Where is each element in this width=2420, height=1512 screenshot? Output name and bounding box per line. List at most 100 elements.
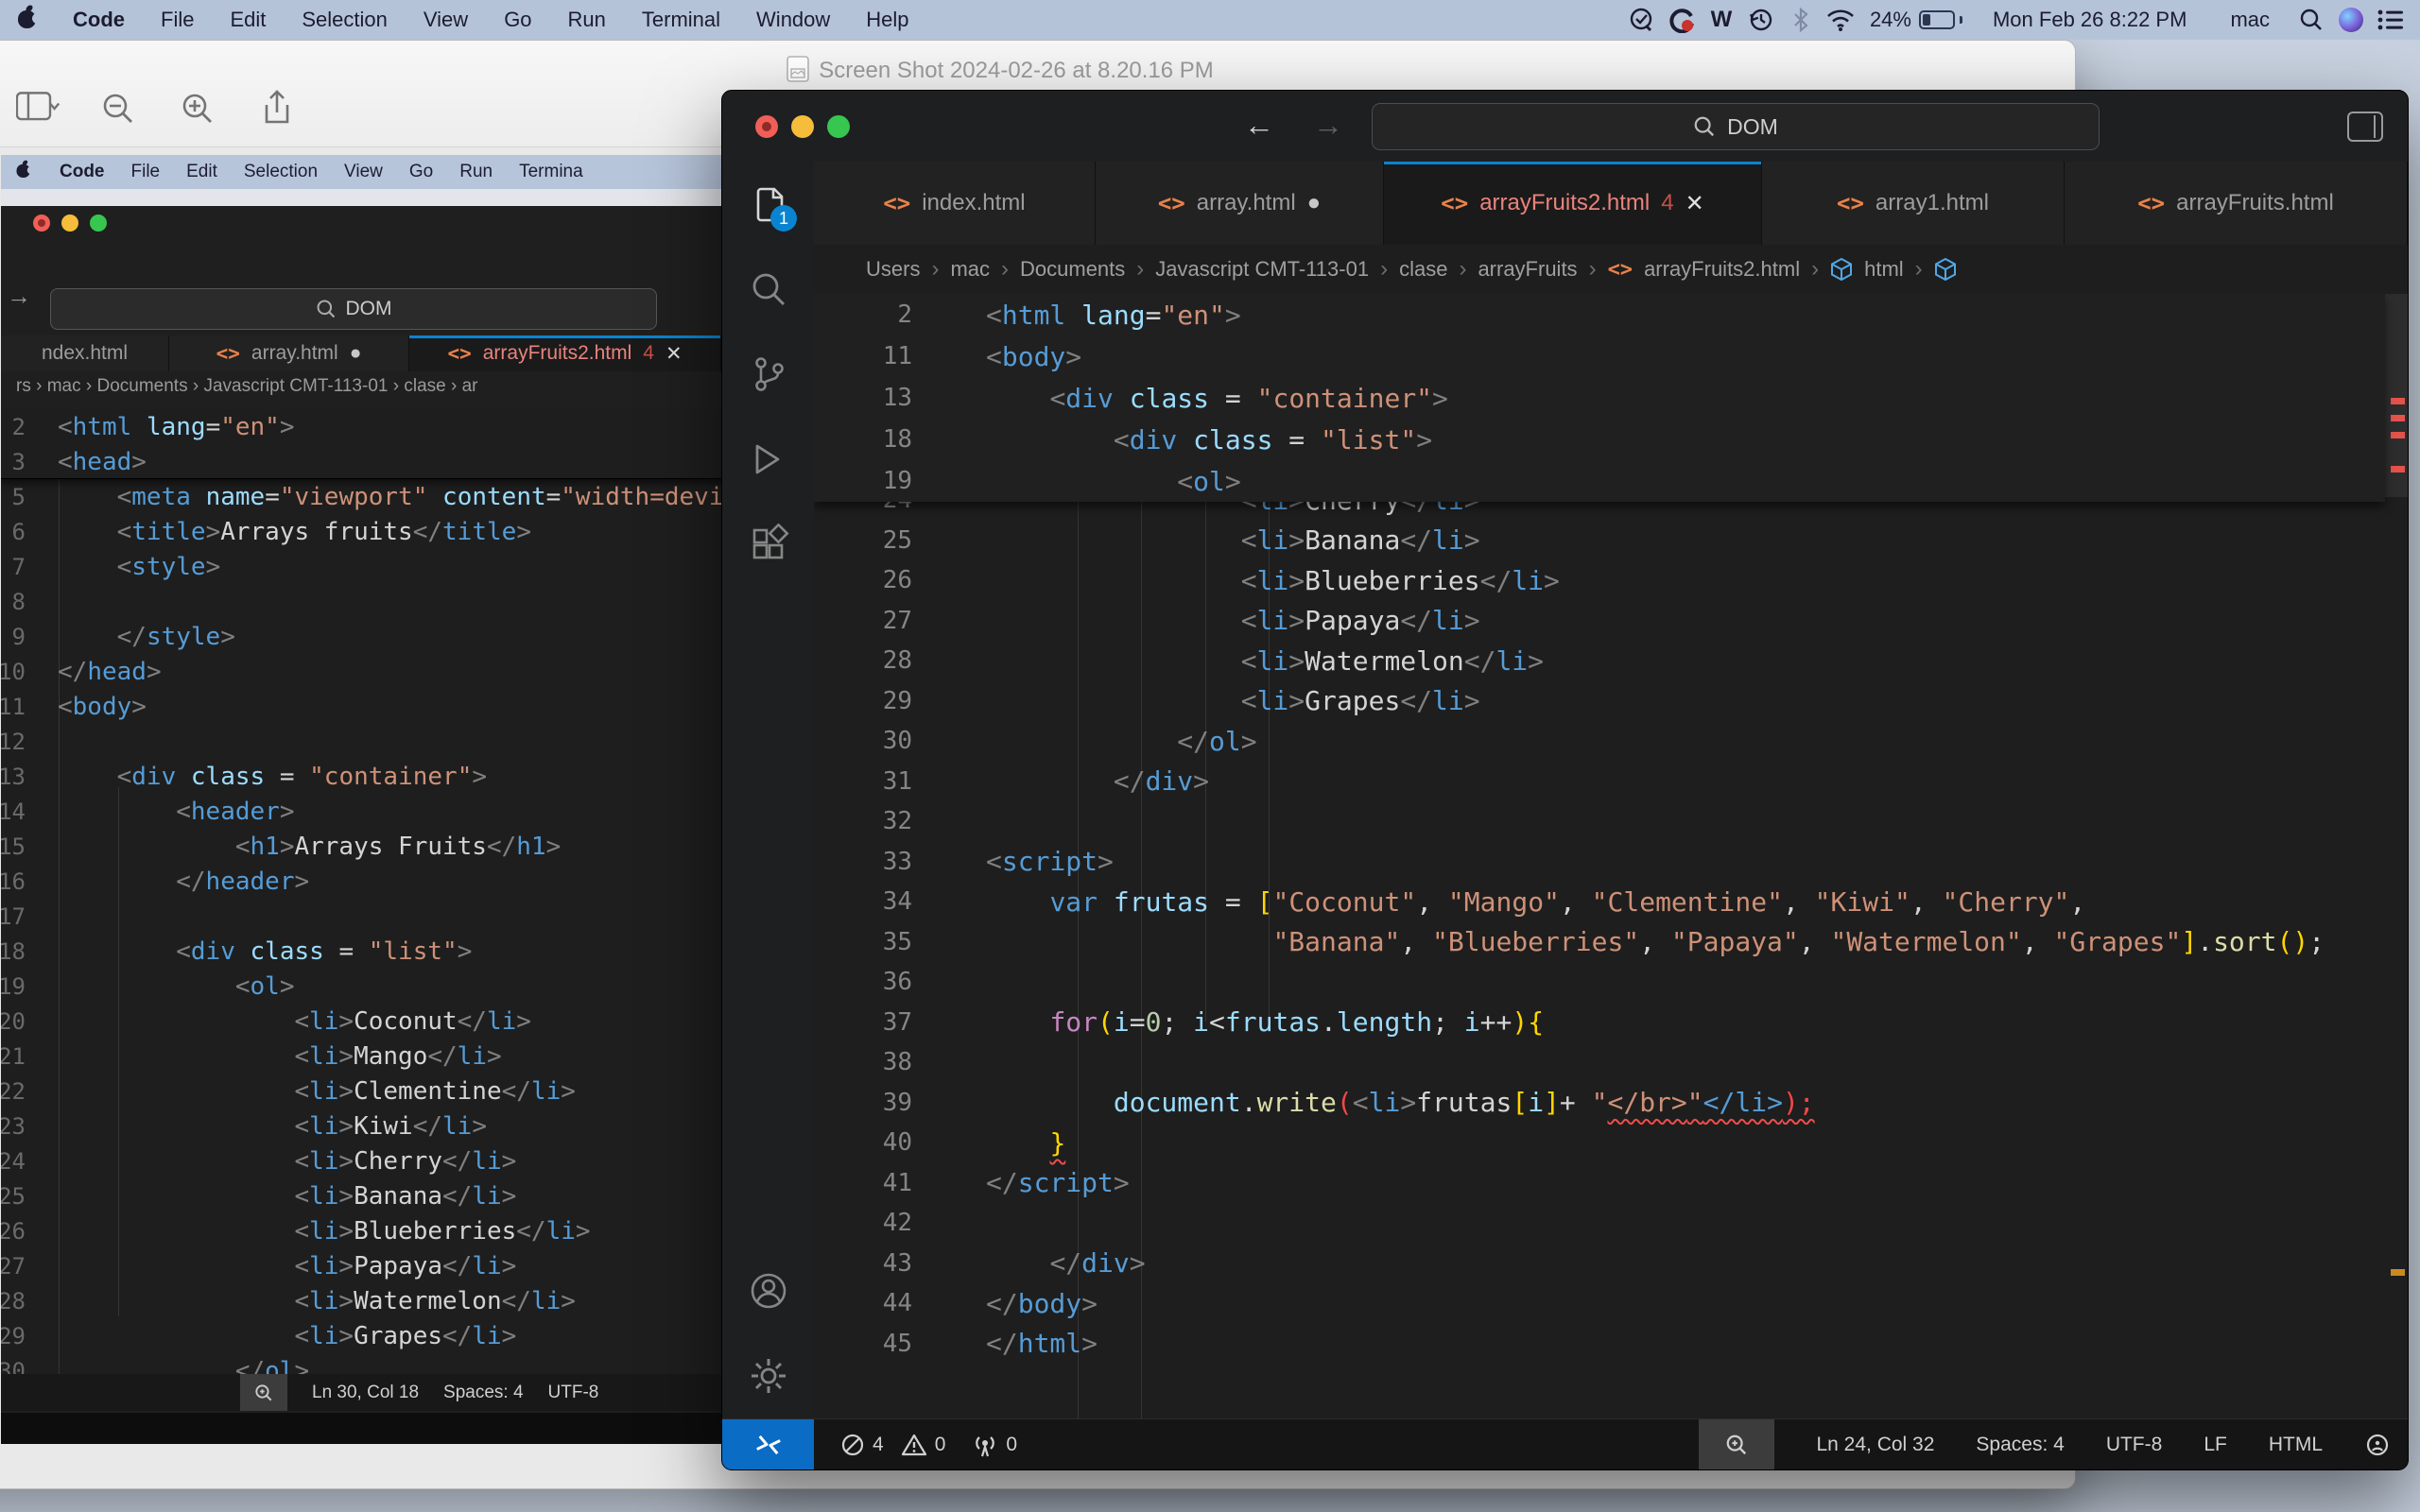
account-icon[interactable] xyxy=(722,1248,814,1333)
menu-item-terminal[interactable]: Terminal xyxy=(624,8,738,32)
menu-item-view[interactable]: View xyxy=(331,162,396,182)
zoom-in-icon[interactable] xyxy=(175,88,220,129)
captured-window-controls[interactable] xyxy=(33,215,107,232)
minimize-button[interactable] xyxy=(61,215,78,232)
breadcrumb-item[interactable]: arrayFruits xyxy=(1478,257,1577,282)
captured-zoom-indicator[interactable] xyxy=(240,1374,287,1411)
macro-icon[interactable] xyxy=(1626,4,1658,36)
spaces-indicator[interactable]: Spaces: 4 xyxy=(1976,1434,2064,1456)
encoding-indicator[interactable]: UTF-8 xyxy=(2106,1434,2163,1456)
tab-arrayFruits.html[interactable]: <>arrayFruits.html xyxy=(2065,162,2408,245)
tab-ndex.html[interactable]: ndex.html xyxy=(1,335,169,371)
forward-arrow-icon[interactable]: → xyxy=(7,282,31,311)
sidebar-toggle-icon[interactable] xyxy=(16,88,61,129)
scrollbar-thumb[interactable] xyxy=(2385,294,2408,497)
layout-toggle-icon[interactable] xyxy=(2347,112,2383,142)
tab-array.html[interactable]: <>array.html● xyxy=(1096,162,1384,245)
problems-indicator[interactable]: 4 0 xyxy=(840,1433,945,1457)
menu-item-run[interactable]: Run xyxy=(446,162,506,182)
breadcrumb-item[interactable]: html xyxy=(1864,257,1904,282)
code-text: <li>Blueberries</li> xyxy=(986,565,1560,596)
record-icon[interactable] xyxy=(1666,4,1698,36)
maximize-button[interactable] xyxy=(90,215,107,232)
tab-arrayFruits2.html[interactable]: <>arrayFruits2.html4✕ xyxy=(1384,162,1762,245)
eol-indicator[interactable]: LF xyxy=(2204,1434,2227,1456)
extensions-icon[interactable] xyxy=(722,502,814,587)
bluetooth-icon[interactable] xyxy=(1785,4,1817,36)
line-number: 21 xyxy=(1,1043,26,1070)
command-center-search[interactable]: DOM xyxy=(1372,103,2100,150)
menu-item-file[interactable]: File xyxy=(143,8,212,32)
menu-item-selection[interactable]: Selection xyxy=(231,162,331,182)
feedback-icon[interactable] xyxy=(2364,1432,2391,1458)
breadcrumb-item[interactable]: arrayFruits2.html xyxy=(1644,257,1800,282)
menu-item-file[interactable]: File xyxy=(118,162,174,182)
breadcrumb-item[interactable]: Documents xyxy=(1020,257,1125,282)
menu-item-view[interactable]: View xyxy=(406,8,486,32)
line-col-indicator[interactable]: Ln 24, Col 32 xyxy=(1816,1434,1934,1456)
captured-apple-icon xyxy=(17,161,31,178)
share-icon[interactable] xyxy=(254,88,300,129)
tab-arrayFruits2.html[interactable]: <>arrayFruits2.html4✕ xyxy=(409,335,721,371)
zoom-indicator[interactable] xyxy=(1699,1419,1774,1470)
language-indicator[interactable]: HTML xyxy=(2269,1434,2323,1456)
code-editor[interactable]: 24 <li>Cherry</li>25 <li>Banana</li>26 <… xyxy=(814,294,2408,1418)
menu-item-run[interactable]: Run xyxy=(550,8,624,32)
error-icon xyxy=(840,1433,865,1457)
code-line: 19 <ol> xyxy=(814,460,2385,502)
source-control-icon[interactable] xyxy=(722,332,814,417)
tab-array1.html[interactable]: <>array1.html xyxy=(1762,162,2065,245)
menu-app-name[interactable]: Code xyxy=(55,8,143,32)
breadcrumb-item[interactable]: mac xyxy=(950,257,990,282)
explorer-icon[interactable]: 1 xyxy=(722,162,814,247)
device-name[interactable]: mac xyxy=(2212,8,2288,32)
code-text: <li>Grapes</li> xyxy=(58,1322,516,1350)
close-button[interactable] xyxy=(33,215,50,232)
settings-gear-icon[interactable] xyxy=(722,1333,814,1418)
captured-line-col[interactable]: Ln 30, Col 18 xyxy=(312,1383,419,1403)
menu-clock[interactable]: Mon Feb 26 8:22 PM xyxy=(1970,8,2204,32)
code-line: 26 <li>Blueberries</li> xyxy=(814,560,2408,601)
spotlight-icon[interactable] xyxy=(2295,4,2327,36)
modified-dot-icon: ● xyxy=(350,342,362,365)
menu-item-edit[interactable]: Edit xyxy=(212,8,284,32)
menu-item-termina[interactable]: Termina xyxy=(506,162,596,182)
menu-item-go[interactable]: Go xyxy=(486,8,549,32)
apple-menu[interactable] xyxy=(0,6,55,34)
preview-title: Screen Shot 2024-02-26 at 8.20.16 PM xyxy=(0,56,2075,84)
minimize-button[interactable] xyxy=(791,115,814,138)
zoom-out-icon[interactable] xyxy=(95,88,141,129)
word-icon[interactable]: W xyxy=(1705,4,1737,36)
line-number: 2 xyxy=(1,414,26,440)
captured-encoding[interactable]: UTF-8 xyxy=(548,1383,599,1403)
menu-item-help[interactable]: Help xyxy=(848,8,926,32)
forward-arrow-icon[interactable]: → xyxy=(1313,108,1343,143)
close-tab-icon[interactable]: ✕ xyxy=(1685,190,1704,217)
menu-item-window[interactable]: Window xyxy=(738,8,848,32)
title-bar[interactable]: ← → DOM xyxy=(722,91,2408,162)
captured-spaces[interactable]: Spaces: 4 xyxy=(443,1383,524,1403)
menu-item-go[interactable]: Go xyxy=(396,162,446,182)
close-button[interactable] xyxy=(755,115,778,138)
control-center-icon[interactable] xyxy=(2375,4,2407,36)
captured-command-center[interactable]: DOM xyxy=(50,288,657,330)
siri-icon[interactable] xyxy=(2335,4,2367,36)
breadcrumb-item[interactable]: Javascript CMT-113-01 xyxy=(1155,257,1369,282)
back-arrow-icon[interactable]: ← xyxy=(1244,108,1274,143)
ports-indicator[interactable]: 0 xyxy=(972,1432,1017,1458)
search-view-icon[interactable] xyxy=(722,247,814,332)
tab-index.html[interactable]: <>index.html xyxy=(814,162,1096,245)
menu-item-edit[interactable]: Edit xyxy=(173,162,231,182)
maximize-button[interactable] xyxy=(827,115,850,138)
wifi-icon[interactable] xyxy=(1824,4,1857,36)
captured-breadcrumb[interactable]: rs › mac › Documents › Javascript CMT-11… xyxy=(16,376,477,397)
history-icon[interactable] xyxy=(1745,4,1777,36)
remote-indicator[interactable] xyxy=(722,1419,814,1470)
run-debug-icon[interactable] xyxy=(722,417,814,502)
menu-item-selection[interactable]: Selection xyxy=(284,8,406,32)
window-controls[interactable] xyxy=(755,115,850,138)
tab-array.html[interactable]: <>array.html● xyxy=(169,335,409,371)
breadcrumb-item[interactable]: Users xyxy=(866,257,920,282)
close-tab-icon[interactable]: ✕ xyxy=(666,342,683,366)
breadcrumb-item[interactable]: clase xyxy=(1399,257,1447,282)
